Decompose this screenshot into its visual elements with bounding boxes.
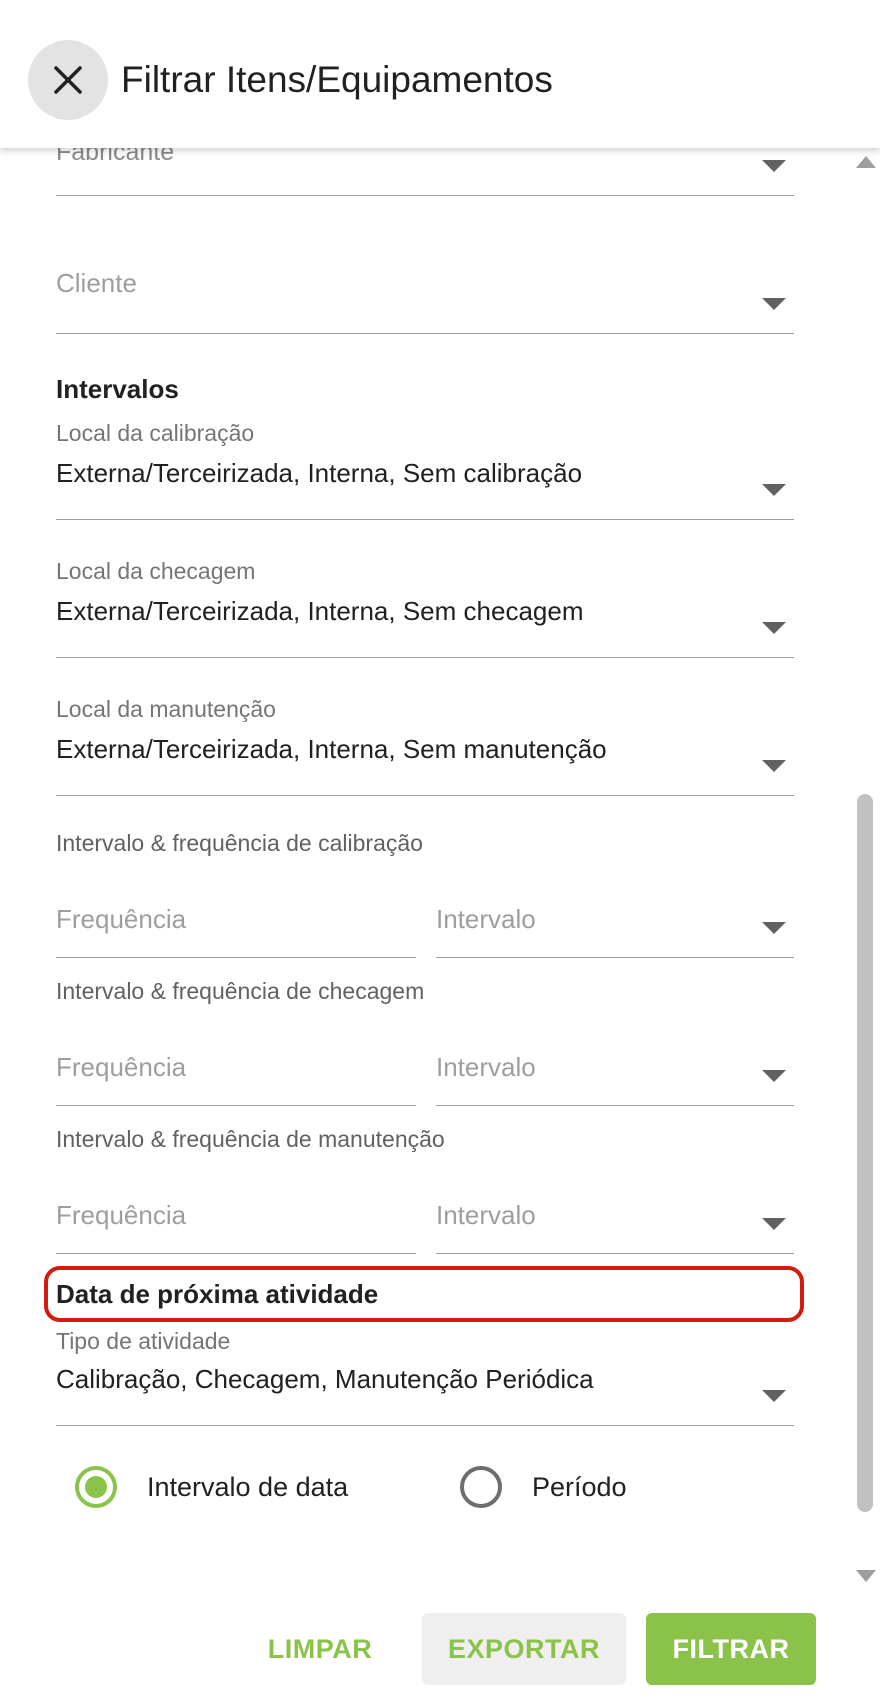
scroll-down-arrow-icon[interactable] <box>856 1570 876 1582</box>
local-calibracao-label: Local da calibração <box>56 420 255 446</box>
freq-manutencao-input[interactable]: Frequência <box>56 1194 416 1254</box>
radio-unchecked-icon[interactable] <box>460 1466 502 1508</box>
local-calibracao-select[interactable]: Local da calibração Externa/Terceirizada… <box>56 420 794 520</box>
chevron-down-icon <box>762 1218 786 1230</box>
export-button[interactable]: EXPORTAR <box>422 1613 626 1685</box>
interval-manutencao-placeholder: Intervalo <box>436 1200 536 1230</box>
local-calibracao-value: Externa/Terceirizada, Interna, Sem calib… <box>56 458 583 488</box>
local-manutencao-value: Externa/Terceirizada, Interna, Sem manut… <box>56 734 607 764</box>
dialog-title: Filtrar Itens/Equipamentos <box>121 59 553 100</box>
interval-manutencao-select[interactable]: Intervalo <box>436 1194 794 1254</box>
local-checagem-select[interactable]: Local da checagem Externa/Terceirizada, … <box>56 558 794 658</box>
tipo-atividade-label: Tipo de atividade <box>56 1328 231 1354</box>
clear-button[interactable]: LIMPAR <box>250 1613 390 1685</box>
chevron-down-icon <box>762 298 786 310</box>
chevron-down-icon <box>762 622 786 634</box>
radio-periodo-label: Período <box>532 1471 627 1502</box>
local-checagem-label: Local da checagem <box>56 558 256 584</box>
chevron-down-icon <box>762 760 786 772</box>
close-button[interactable] <box>28 40 108 120</box>
chevron-down-icon <box>762 922 786 934</box>
local-manutencao-label: Local da manutenção <box>56 696 276 722</box>
local-manutencao-select[interactable]: Local da manutenção Externa/Terceirizada… <box>56 696 794 796</box>
proxima-atividade-title: Data de próxima atividade <box>56 1279 379 1309</box>
fabricante-select[interactable]: Fabricante <box>56 148 794 196</box>
radio-intervalo-label: Intervalo de data <box>147 1471 349 1502</box>
freq-checagem-label: Intervalo & frequência de checagem <box>56 978 425 1004</box>
tipo-atividade-value: Calibração, Checagem, Manutenção Periódi… <box>56 1364 594 1394</box>
cliente-placeholder: Cliente <box>56 268 137 298</box>
scroll-up-arrow-icon[interactable] <box>856 156 876 168</box>
filter-form: Fabricante Cliente Intervalos Local da c… <box>0 148 880 1588</box>
scrollbar[interactable] <box>852 148 880 1588</box>
chevron-down-icon <box>762 1390 786 1402</box>
interval-checagem-select[interactable]: Intervalo <box>436 1046 794 1106</box>
freq-calibracao-placeholder: Frequência <box>56 904 187 934</box>
tipo-atividade-select[interactable]: Tipo de atividade Calibração, Checagem, … <box>56 1328 794 1426</box>
interval-checagem-placeholder: Intervalo <box>436 1052 536 1082</box>
freq-calibracao-label: Intervalo & frequência de calibração <box>56 830 423 856</box>
freq-checagem-placeholder: Frequência <box>56 1052 187 1082</box>
chevron-down-icon <box>762 160 786 172</box>
cliente-select[interactable]: Cliente <box>56 268 794 334</box>
dialog-footer: LIMPAR EXPORTAR FILTRAR <box>0 1588 880 1702</box>
filter-button[interactable]: FILTRAR <box>646 1613 816 1685</box>
freq-manutencao-label: Intervalo & frequência de manutenção <box>56 1126 445 1152</box>
interval-calibracao-select[interactable]: Intervalo <box>436 898 794 958</box>
local-checagem-value: Externa/Terceirizada, Interna, Sem checa… <box>56 596 584 626</box>
freq-calibracao-input[interactable]: Frequência <box>56 898 416 958</box>
radio-periodo[interactable]: Período <box>460 1462 627 1512</box>
dialog-header: Filtrar Itens/Equipamentos <box>0 0 880 148</box>
freq-checagem-input[interactable]: Frequência <box>56 1046 416 1106</box>
freq-manutencao-placeholder: Frequência <box>56 1200 187 1230</box>
fabricante-label: Fabricante <box>56 148 175 166</box>
intervalos-title: Intervalos <box>56 374 179 404</box>
radio-intervalo-de-data[interactable]: Intervalo de data <box>75 1462 348 1512</box>
close-icon <box>54 66 82 94</box>
radio-checked-icon[interactable] <box>75 1466 117 1508</box>
chevron-down-icon <box>762 484 786 496</box>
scrollbar-thumb[interactable] <box>857 794 873 1512</box>
chevron-down-icon <box>762 1070 786 1082</box>
interval-calibracao-placeholder: Intervalo <box>436 904 536 934</box>
